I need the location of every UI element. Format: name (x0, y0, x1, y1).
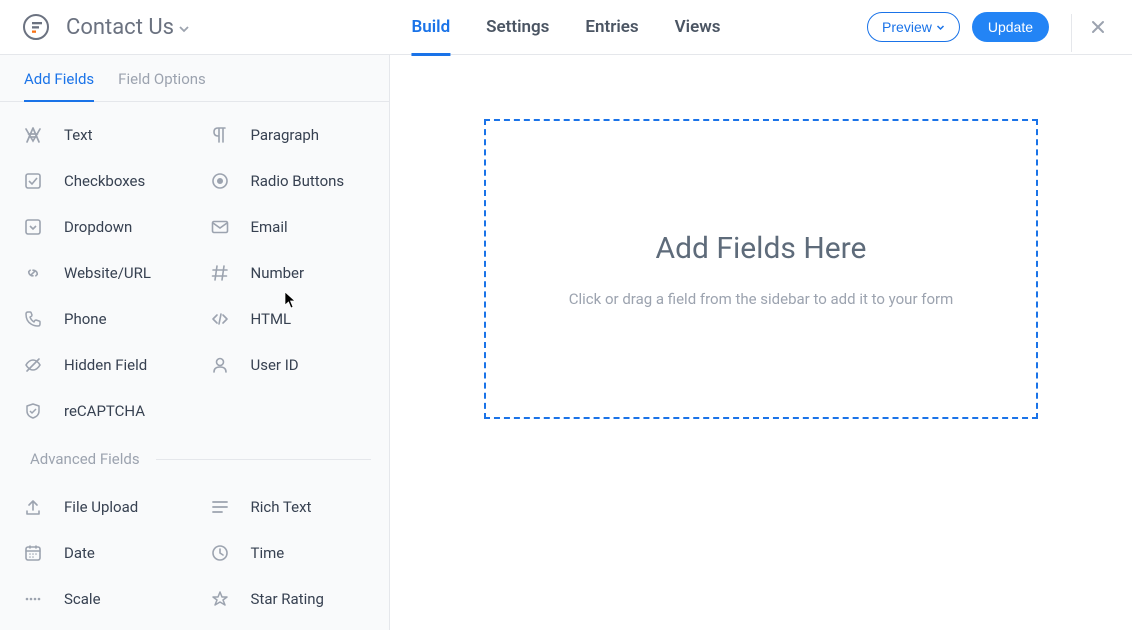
close-icon (1090, 19, 1106, 35)
close-button[interactable] (1086, 15, 1110, 39)
html-icon (209, 308, 231, 330)
field-label: Scale (64, 590, 101, 608)
upload-icon (22, 496, 44, 518)
page-title-text: Contact Us (66, 15, 174, 40)
advanced-fields-grid: File Upload Rich Text Date Time Scale St… (0, 474, 389, 630)
star-icon (209, 588, 231, 610)
divider (1071, 14, 1072, 52)
field-radio-buttons[interactable]: Radio Buttons (195, 158, 382, 204)
basic-fields-grid: Text Paragraph Checkboxes Radio Buttons … (0, 102, 389, 444)
app-logo (22, 13, 50, 41)
radio-icon (209, 170, 231, 192)
caret-down-icon (178, 23, 190, 35)
field-label: Time (251, 544, 285, 562)
tab-entries[interactable]: Entries (585, 1, 638, 56)
main-content: Add Fields Field Options Text Paragraph … (0, 55, 1132, 630)
header-actions: Preview Update (867, 6, 1110, 48)
section-advanced-fields: Advanced Fields (0, 450, 389, 468)
link-icon (22, 262, 44, 284)
field-file-upload[interactable]: File Upload (8, 484, 195, 530)
field-label: Phone (64, 310, 107, 328)
divider-line (156, 459, 371, 460)
field-label: Number (251, 264, 305, 282)
update-button[interactable]: Update (972, 12, 1049, 42)
field-number[interactable]: Number (195, 250, 382, 296)
email-icon (209, 216, 231, 238)
scale-icon (22, 588, 44, 610)
field-hidden-field[interactable]: Hidden Field (8, 342, 195, 388)
page-title-dropdown[interactable]: Contact Us (66, 15, 190, 40)
caret-down-icon (936, 23, 945, 32)
shield-icon (22, 400, 44, 422)
dropzone-title: Add Fields Here (656, 231, 867, 266)
field-label: Checkboxes (64, 172, 145, 190)
field-label: Dropdown (64, 218, 132, 236)
field-label: Date (64, 544, 95, 562)
tab-settings[interactable]: Settings (486, 1, 549, 56)
field-label: File Upload (64, 498, 138, 516)
field-label: Email (251, 218, 288, 236)
field-star-rating[interactable]: Star Rating (195, 576, 382, 622)
hash-icon (209, 262, 231, 284)
field-text[interactable]: Text (8, 112, 195, 158)
field-label: HTML (251, 310, 292, 328)
field-paragraph[interactable]: Paragraph (195, 112, 382, 158)
field-dropdown[interactable]: Dropdown (8, 204, 195, 250)
field-time[interactable]: Time (195, 530, 382, 576)
field-phone[interactable]: Phone (8, 296, 195, 342)
field-label: User ID (251, 356, 299, 374)
tab-views[interactable]: Views (675, 1, 721, 56)
dropzone-subtitle: Click or drag a field from the sidebar t… (569, 290, 954, 308)
date-icon (22, 542, 44, 564)
field-label: Rich Text (251, 498, 312, 516)
sidebar-tab-add-fields[interactable]: Add Fields (24, 70, 94, 102)
field-label: Text (64, 126, 93, 144)
section-label: Advanced Fields (30, 450, 140, 468)
dropdown-icon (22, 216, 44, 238)
field-label: Paragraph (251, 126, 320, 144)
field-recaptcha[interactable]: reCAPTCHA (8, 388, 195, 434)
field-user-id[interactable]: User ID (195, 342, 382, 388)
field-label: Radio Buttons (251, 172, 345, 190)
richtext-icon (209, 496, 231, 518)
user-icon (209, 354, 231, 376)
field-scale[interactable]: Scale (8, 576, 195, 622)
field-rich-text[interactable]: Rich Text (195, 484, 382, 530)
sidebar-tabs: Add Fields Field Options (0, 55, 389, 102)
app-header: Contact Us Build Settings Entries Views … (0, 0, 1132, 55)
hidden-icon (22, 354, 44, 376)
field-email[interactable]: Email (195, 204, 382, 250)
field-html[interactable]: HTML (195, 296, 382, 342)
field-label: Website/URL (64, 264, 151, 282)
dropzone[interactable]: Add Fields Here Click or drag a field fr… (484, 119, 1038, 419)
sidebar: Add Fields Field Options Text Paragraph … (0, 55, 390, 630)
nav-tabs: Build Settings Entries Views (411, 0, 720, 55)
paragraph-icon (209, 124, 231, 146)
field-checkboxes[interactable]: Checkboxes (8, 158, 195, 204)
field-label: reCAPTCHA (64, 402, 145, 420)
phone-icon (22, 308, 44, 330)
field-website-url[interactable]: Website/URL (8, 250, 195, 296)
field-label: Star Rating (251, 590, 324, 608)
tab-build[interactable]: Build (411, 1, 450, 56)
text-icon (22, 124, 44, 146)
preview-button[interactable]: Preview (867, 12, 960, 42)
time-icon (209, 542, 231, 564)
checkbox-icon (22, 170, 44, 192)
canvas-area: Add Fields Here Click or drag a field fr… (390, 55, 1132, 630)
field-date[interactable]: Date (8, 530, 195, 576)
sidebar-tab-field-options[interactable]: Field Options (118, 70, 206, 102)
field-label: Hidden Field (64, 356, 147, 374)
